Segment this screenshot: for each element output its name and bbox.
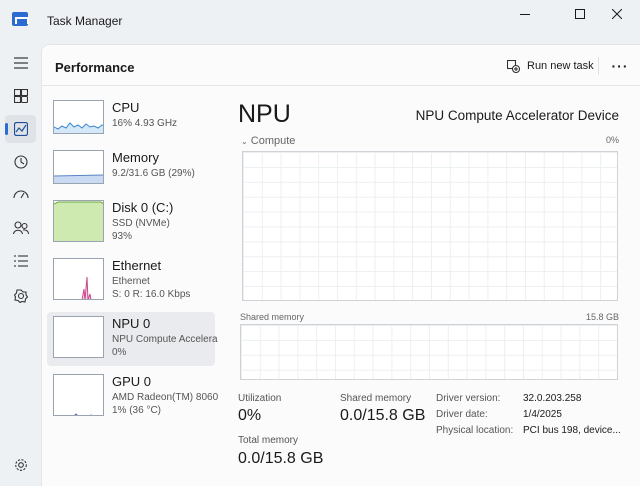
settings-gear-icon	[14, 459, 27, 471]
details-icon	[13, 255, 28, 267]
shared-memory-graph-label: Shared memory	[240, 312, 305, 322]
compute-engine-dropdown[interactable]: ⌄ Compute	[241, 135, 295, 147]
close-icon	[612, 9, 622, 19]
device-detail: S: 0 R: 16.0 Kbps	[112, 289, 191, 300]
ethernet-sparkline	[81, 276, 92, 299]
minimize-icon	[520, 14, 530, 15]
performance-panel: Performance Run new task ··· CPU 16% 4.9…	[41, 44, 640, 486]
app-history-icon	[13, 155, 28, 169]
nav-startup-apps[interactable]	[5, 181, 36, 209]
hamburger-menu-button[interactable]	[5, 49, 36, 77]
title-bar: Task Manager	[0, 0, 640, 44]
driver-date-label: Driver date:	[436, 409, 488, 420]
driver-version-value: 32.0.203.258	[523, 393, 582, 404]
device-item-ethernet[interactable]: Ethernet Ethernet S: 0 R: 16.0 Kbps	[47, 254, 215, 306]
device-detail: Ethernet	[112, 276, 150, 287]
device-detail: 16% 4.93 GHz	[112, 118, 178, 129]
page-title: Performance	[55, 60, 135, 75]
close-button[interactable]	[594, 0, 640, 28]
task-manager-app-icon	[12, 12, 29, 26]
device-name: CPU	[112, 100, 140, 115]
detail-device-name: NPU Compute Accelerator Device	[415, 108, 619, 123]
memory-sparkline	[54, 174, 103, 183]
compute-utilization-graph	[242, 151, 618, 301]
device-item-npu[interactable]: NPU 0 NPU Compute Accelera... 0%	[47, 312, 218, 366]
device-detail: AMD Radeon(TM) 8060S	[112, 392, 218, 403]
device-name: NPU 0	[112, 316, 151, 331]
hamburger-icon	[13, 57, 28, 69]
device-item-cpu[interactable]: CPU 16% 4.93 GHz	[47, 96, 215, 148]
gpu-sparkline	[74, 413, 93, 415]
nav-performance[interactable]	[5, 115, 36, 143]
disk-thumbnail-graph	[53, 200, 104, 242]
shared-memory-stat-value: 0.0/15.8 GB	[340, 407, 426, 424]
device-detail: 1% (36 °C)	[112, 405, 162, 416]
compute-percent: 0%	[605, 135, 619, 145]
nav-app-history[interactable]	[5, 148, 36, 176]
device-detail: 93%	[112, 231, 133, 242]
compute-label: Compute	[250, 135, 296, 147]
utilization-label: Utilization	[238, 393, 282, 404]
total-memory-label: Total memory	[238, 435, 299, 446]
page-header: Performance Run new task ···	[42, 45, 640, 86]
minimize-button[interactable]	[502, 0, 548, 28]
nav-services[interactable]	[5, 282, 36, 310]
device-name: Ethernet	[112, 258, 162, 273]
device-detail: SSD (NVMe)	[112, 218, 170, 229]
device-detail: 9.2/31.6 GB (29%)	[112, 168, 195, 179]
driver-date-value: 1/4/2025	[523, 409, 562, 420]
disk-sparkline	[54, 201, 103, 241]
performance-icon	[13, 122, 28, 136]
physical-location-value: PCI bus 198, device...	[523, 425, 621, 436]
device-name: Memory	[112, 150, 159, 165]
device-name: Disk 0 (C:)	[112, 200, 174, 215]
processes-icon	[13, 89, 28, 103]
memory-thumbnail-graph	[53, 150, 104, 184]
nav-processes[interactable]	[5, 82, 36, 110]
startup-apps-icon	[12, 190, 29, 199]
driver-version-label: Driver version:	[436, 393, 501, 404]
nav-details[interactable]	[5, 247, 36, 275]
services-icon	[13, 289, 28, 303]
device-name: GPU 0	[112, 374, 152, 389]
device-detail: NPU Compute Accelera...	[112, 334, 218, 345]
more-icon: ···	[611, 58, 629, 74]
physical-location-label: Physical location:	[436, 425, 514, 436]
device-detail: 0%	[112, 347, 127, 358]
cpu-sparkline	[54, 122, 103, 133]
detail-title: NPU	[238, 100, 291, 128]
run-new-task-icon	[507, 59, 520, 73]
nav-users[interactable]	[5, 214, 36, 242]
run-new-task-label: Run new task	[527, 60, 594, 72]
window-title: Task Manager	[47, 14, 123, 28]
nav-rail	[0, 44, 41, 486]
chevron-down-icon: ⌄	[241, 137, 248, 146]
device-item-memory[interactable]: Memory 9.2/31.6 GB (29%)	[47, 146, 215, 198]
total-memory-value: 0.0/15.8 GB	[238, 450, 324, 467]
gpu-thumbnail-graph	[53, 374, 104, 416]
more-options-button[interactable]: ···	[607, 54, 633, 78]
users-icon	[12, 221, 29, 235]
shared-memory-graph-max: 15.8 GB	[585, 312, 619, 322]
utilization-value: 0%	[238, 407, 262, 424]
ethernet-thumbnail-graph	[53, 258, 104, 300]
maximize-icon	[575, 9, 585, 19]
device-item-disk[interactable]: Disk 0 (C:) SSD (NVMe) 93%	[47, 196, 215, 248]
run-new-task-button[interactable]: Run new task	[504, 54, 597, 78]
header-divider	[598, 57, 599, 75]
device-item-gpu[interactable]: GPU 0 AMD Radeon(TM) 8060S 1% (36 °C)	[47, 370, 218, 422]
nav-settings[interactable]	[5, 451, 36, 479]
cpu-thumbnail-graph	[53, 100, 104, 134]
shared-memory-graph	[240, 324, 618, 380]
shared-memory-stat-label: Shared memory	[340, 393, 412, 404]
npu-thumbnail-graph	[53, 316, 104, 358]
